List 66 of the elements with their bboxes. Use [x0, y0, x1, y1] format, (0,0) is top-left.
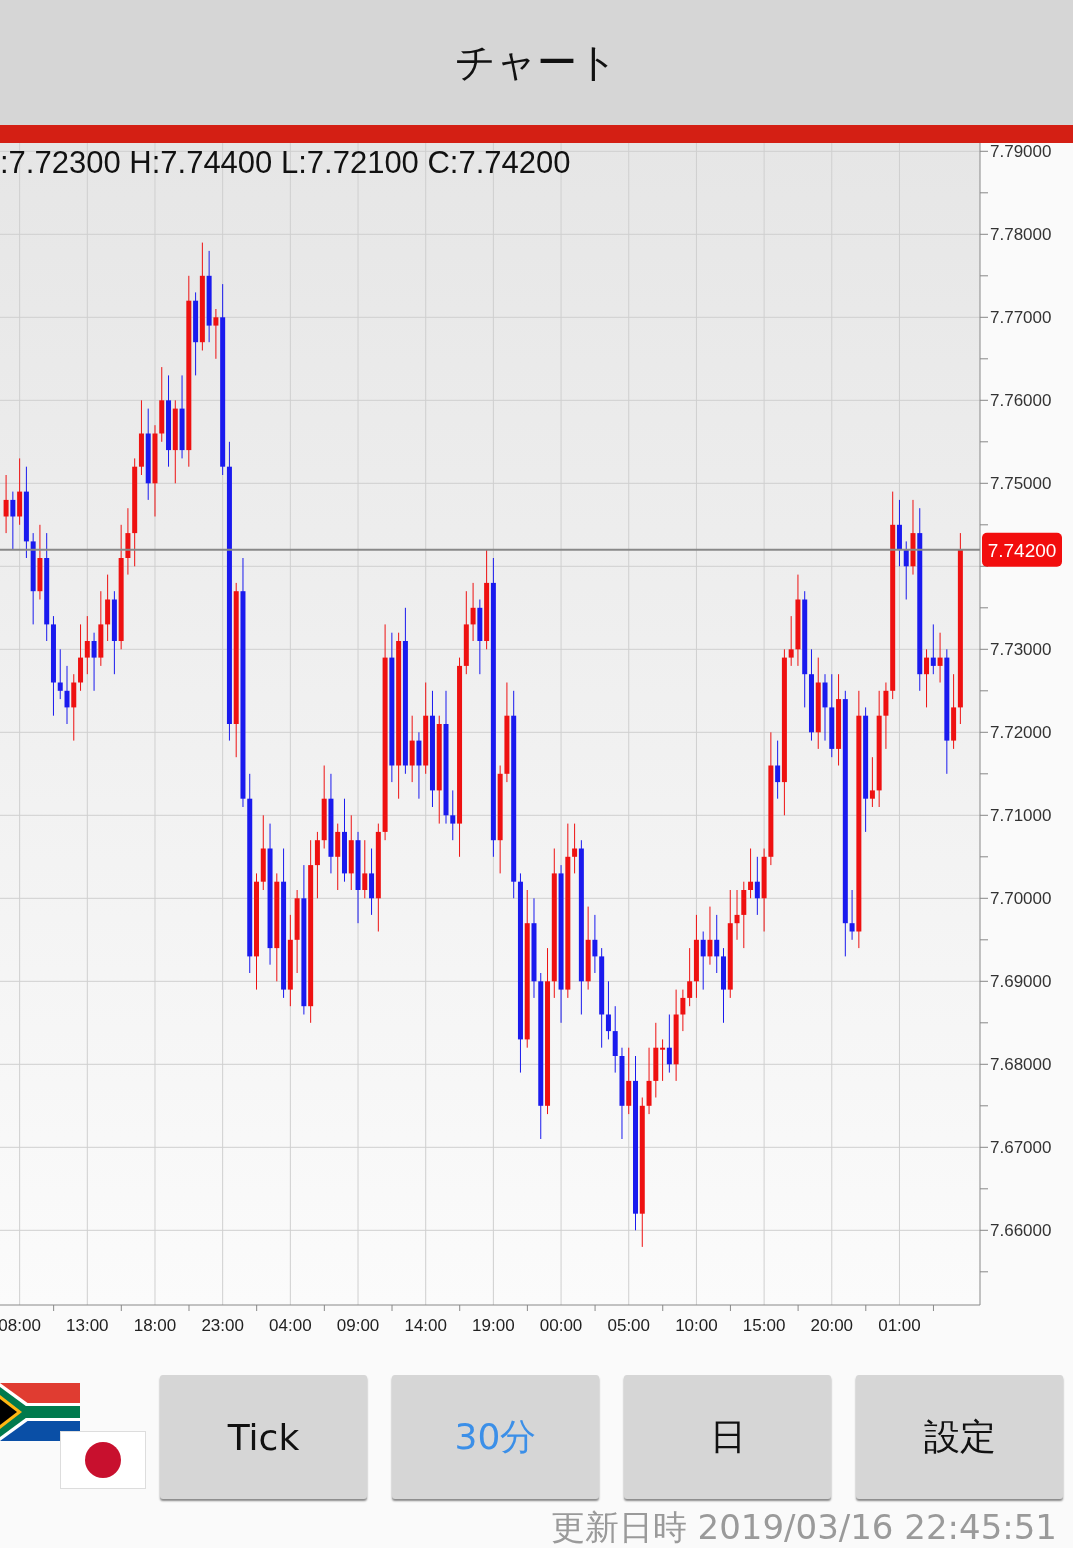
- candlestick: [707, 906, 713, 966]
- update-timestamp: 更新日時 2019/03/16 22:45:51: [550, 1506, 1057, 1548]
- ref-line-label: 7.74200: [987, 539, 1057, 561]
- axis-label: 7.77000: [990, 308, 1052, 328]
- axis-label: 7.66000: [990, 1221, 1052, 1241]
- timeframe-button[interactable]: 設定: [856, 1375, 1063, 1499]
- flag-icon: [60, 1431, 146, 1489]
- candlestick: [450, 789, 456, 841]
- axis-label: 04:00: [269, 1316, 312, 1335]
- axis-label: 7.68000: [990, 1055, 1052, 1075]
- candlestick: [213, 308, 219, 360]
- axis-label: 15:00: [742, 1316, 786, 1335]
- axis-label: 7.75000: [990, 474, 1052, 494]
- candlestick: [57, 648, 63, 700]
- candlestick: [849, 889, 855, 941]
- candlestick: [903, 540, 909, 600]
- candlestick: [592, 914, 598, 974]
- candlestick: [754, 856, 760, 916]
- axis-label: 7.69000: [990, 972, 1052, 992]
- axis-label: 7.71000: [990, 806, 1052, 826]
- candlestick: [714, 914, 720, 974]
- candlestick: [700, 931, 706, 991]
- axis-label: 7.73000: [990, 640, 1052, 660]
- axis-label: 01:00: [878, 1316, 921, 1335]
- candlestick: [3, 474, 9, 534]
- candlestick: [470, 582, 476, 642]
- axis-label: 7.79000: [990, 143, 1052, 162]
- candlestick: [572, 823, 578, 874]
- candlestick: [605, 980, 611, 1040]
- axis-label: 00:00: [539, 1316, 583, 1335]
- candlestick: [869, 756, 875, 808]
- candlestick: [10, 491, 16, 551]
- candlestick: [930, 623, 936, 675]
- candlestick: [687, 947, 693, 1007]
- axis-label: 7.72000: [990, 723, 1052, 743]
- candlestick: [91, 632, 97, 692]
- candlestick: [362, 839, 368, 899]
- candlestick: [84, 615, 90, 675]
- current-price-label: 7.74200: [982, 532, 1062, 567]
- ohlc-readout: :7.72300 H:7.74400 L:7.72100 C:7.74200: [0, 145, 571, 181]
- candlestick: [748, 848, 754, 899]
- candlestick: [775, 740, 781, 800]
- candlestick: [64, 665, 70, 725]
- candlestick: [666, 1014, 672, 1074]
- axis-label: 18:00: [133, 1316, 177, 1335]
- timeframe-button[interactable]: Tick: [160, 1375, 367, 1499]
- candlestick: [680, 989, 686, 1032]
- axis-label: 7.76000: [990, 391, 1052, 411]
- axis-label: 19:00: [472, 1316, 515, 1335]
- axis-label: 13:00: [66, 1316, 109, 1335]
- candlestick: [937, 632, 943, 683]
- axis-label: 09:00: [336, 1316, 380, 1335]
- axis-label: 7.67000: [990, 1138, 1052, 1158]
- candlestick: [788, 615, 794, 667]
- candlestick: [924, 648, 930, 708]
- axis-label: 10:00: [675, 1316, 718, 1335]
- screen-title: チャート: [455, 38, 618, 87]
- axis-label: 7.70000: [990, 889, 1052, 909]
- axis-label: 7.78000: [990, 225, 1052, 245]
- axis-label: 14:00: [404, 1316, 447, 1335]
- candlestick: [734, 889, 740, 941]
- candlestick: [660, 1038, 666, 1082]
- axis-label: 20:00: [810, 1316, 854, 1335]
- axis-label: 05:00: [607, 1316, 650, 1335]
- axis-label: 23:00: [201, 1316, 244, 1335]
- timeframe-button[interactable]: 日: [624, 1375, 831, 1499]
